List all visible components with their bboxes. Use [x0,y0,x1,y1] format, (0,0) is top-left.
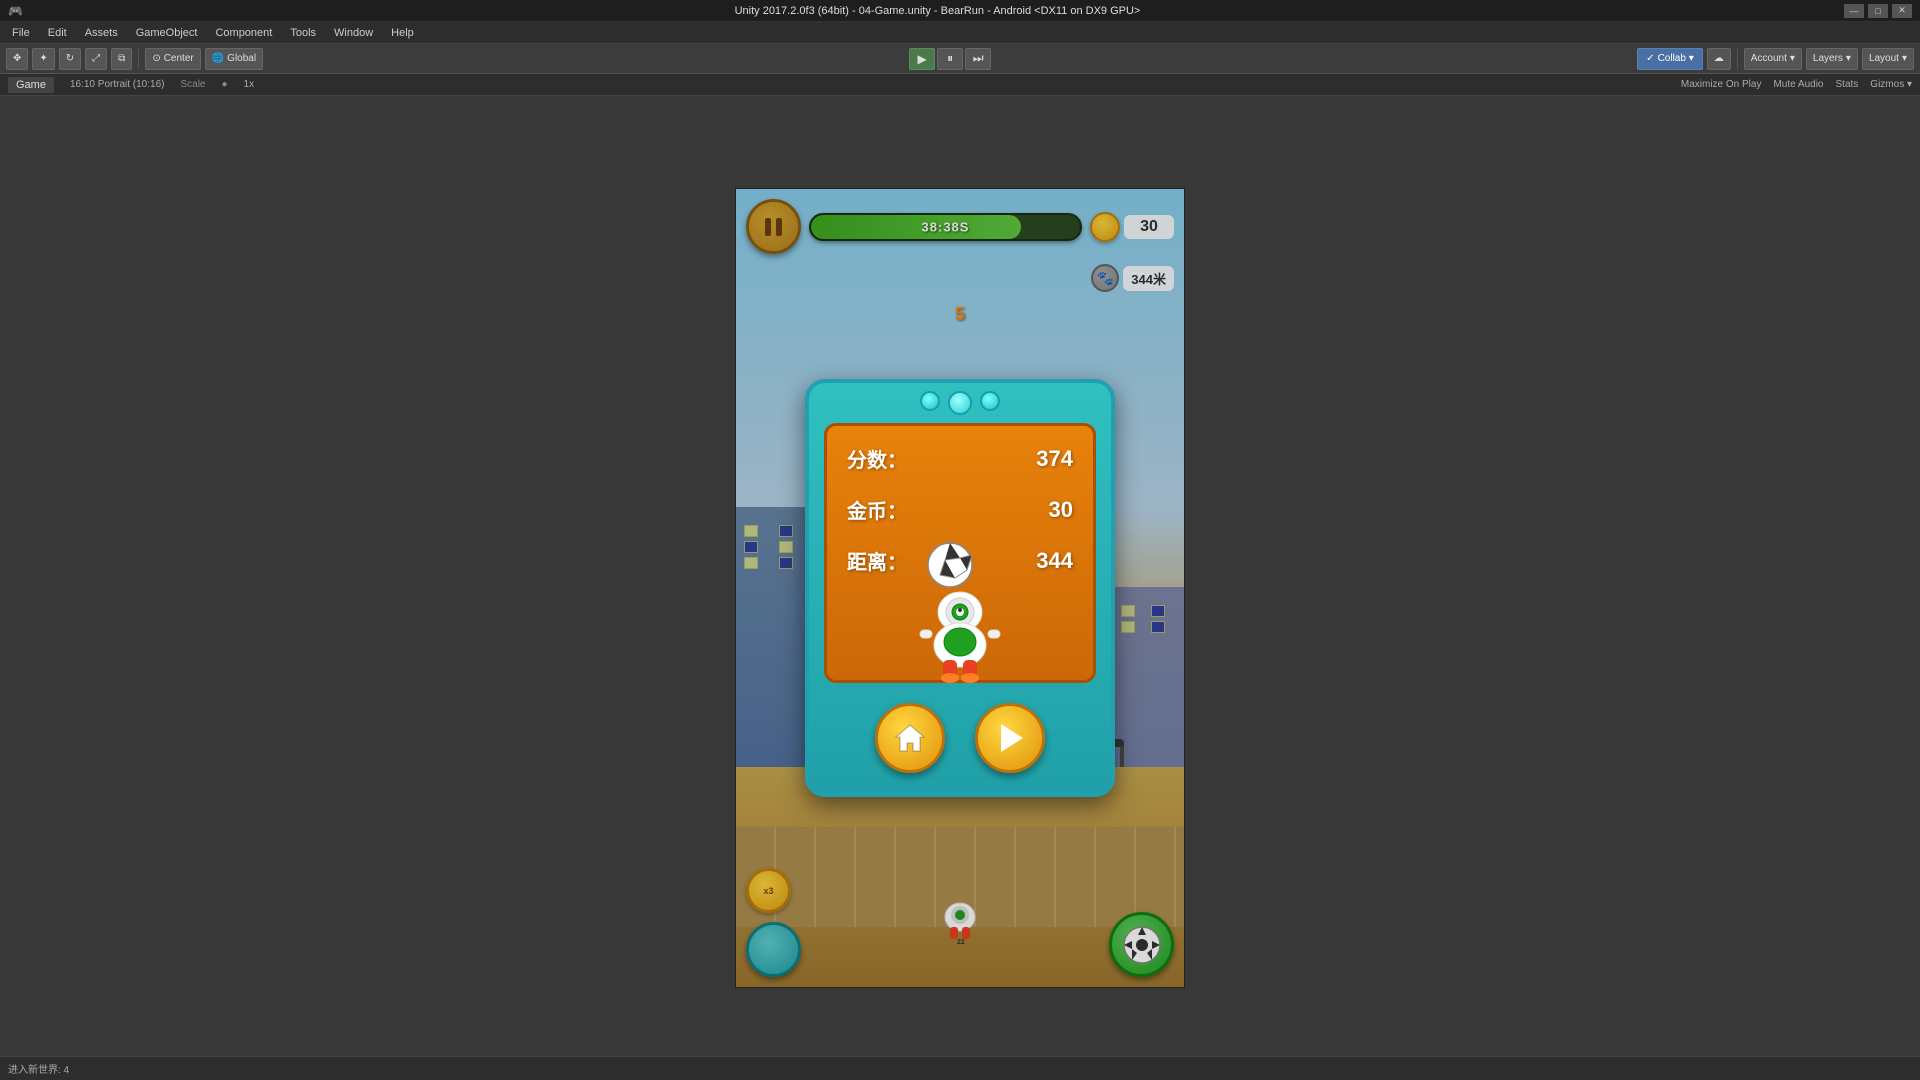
tool-hand[interactable]: ✥ [6,48,28,70]
pivot-icon: ⊙ [152,53,160,64]
score-label: 分数： [847,444,907,473]
modal-gem-left [920,391,940,411]
modal-character [895,530,1025,690]
global-button[interactable]: 🌐 Global [205,48,263,70]
scale-slider-icon: ● [221,79,227,90]
sub-toolbar-right: Maximize On Play Mute Audio Stats Gizmos… [1681,79,1912,90]
play-arrow-icon [1001,724,1023,752]
gizmos[interactable]: Gizmos ▾ [1870,79,1912,90]
center-button[interactable]: ⊙ Center [145,48,200,70]
scale-value: 1x [244,79,255,90]
resolution-display: 16:10 Portrait (10:16) [70,79,165,90]
main-content: 38:38S 30 🐾 344米 5 [0,96,1920,1080]
tool-move[interactable]: ✦ [32,48,54,70]
title-bar: 🎮 Unity 2017.2.0f3 (64bit) - 04-Game.uni… [0,0,1920,22]
pause-button[interactable]: ⏸ [937,48,963,70]
layout-button[interactable]: Layout ▾ [1862,48,1914,70]
character-svg [895,530,1025,690]
stats[interactable]: Stats [1836,79,1859,90]
coins-label: 金币： [847,495,907,524]
sub-toolbar: Game 16:10 Portrait (10:16) Scale ● 1x M… [0,74,1920,96]
toolbar: ✥ ✦ ↻ ⤢ ⧉ ⊙ Center 🌐 Global ▶ ⏸ ⏭ ✓ Coll… [0,44,1920,74]
stats-box: 分数： 374 金币： 30 距离： 344 [824,423,1096,683]
chevron-down-icon: ▾ [1790,53,1795,64]
distance-value: 344 [1036,548,1073,574]
menu-bar: File Edit Assets GameObject Component To… [0,22,1920,44]
menu-tools[interactable]: Tools [282,25,324,41]
modal-gem-center [948,391,972,415]
separator-2 [1737,49,1738,69]
collab-icon: ✓ [1646,53,1654,64]
separator-1 [138,49,139,69]
tool-rotate[interactable]: ↻ [59,48,81,70]
modal-buttons [809,691,1111,773]
maximize-on-play[interactable]: Maximize On Play [1681,79,1762,90]
minimize-button[interactable]: — [1844,4,1864,18]
modal-gem-right [980,391,1000,411]
modal-top [809,383,1111,415]
menu-file[interactable]: File [4,25,38,41]
coins-value: 30 [1049,497,1073,523]
result-modal: 分数： 374 金币： 30 距离： 344 [805,379,1115,797]
title-text: Unity 2017.2.0f3 (64bit) - 04-Game.unity… [31,5,1844,17]
status-bar: 进入新世界: 4 [0,1056,1920,1080]
window-controls: — □ ✕ [1844,4,1912,18]
cloud-button[interactable]: ☁ [1707,48,1731,70]
tool-scale[interactable]: ⤢ [85,48,107,70]
collab-button[interactable]: ✓ Collab ▾ [1637,48,1703,70]
account-button[interactable]: Account ▾ [1744,48,1802,70]
play-controls: ▶ ⏸ ⏭ [909,48,991,70]
game-tab[interactable]: Game [8,77,54,93]
score-row: 分数： 374 [847,444,1073,473]
play-again-button[interactable] [975,703,1045,773]
cloud-icon: ☁ [1714,53,1724,64]
coins-row: 金币： 30 [847,495,1073,524]
menu-component[interactable]: Component [207,25,280,41]
score-value: 374 [1036,446,1073,472]
menu-assets[interactable]: Assets [77,25,126,41]
layers-button[interactable]: Layers ▾ [1806,48,1858,70]
app-icon: 🎮 [8,4,23,18]
scale-label: Scale [180,79,205,90]
play-button[interactable]: ▶ [909,48,935,70]
close-button[interactable]: ✕ [1892,4,1912,18]
tool-rect[interactable]: ⧉ [111,48,132,70]
step-button[interactable]: ⏭ [965,48,991,70]
modal-overlay: 分数： 374 金币： 30 距离： 344 [736,189,1184,987]
status-text: 进入新世界: 4 [8,1061,69,1076]
chevron-down-icon-2: ▾ [1846,53,1851,64]
menu-help[interactable]: Help [383,25,422,41]
global-icon: 🌐 [212,53,224,64]
home-icon [894,723,926,753]
menu-edit[interactable]: Edit [40,25,75,41]
menu-window[interactable]: Window [326,25,381,41]
menu-gameobject[interactable]: GameObject [128,25,206,41]
maximize-button[interactable]: □ [1868,4,1888,18]
home-button[interactable] [875,703,945,773]
chevron-down-icon-3: ▾ [1902,53,1907,64]
game-viewport: 38:38S 30 🐾 344米 5 [735,188,1185,988]
mute-audio[interactable]: Mute Audio [1773,79,1823,90]
